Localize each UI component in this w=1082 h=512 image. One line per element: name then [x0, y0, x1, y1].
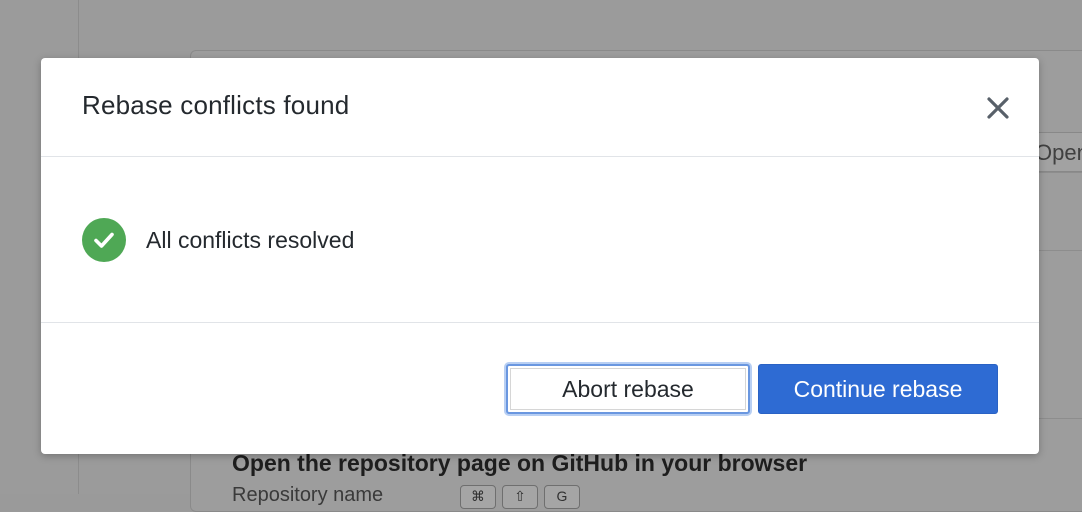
- background-hint-subtitle: Repository name: [232, 484, 384, 506]
- shortcut-key: ⌘: [460, 485, 496, 509]
- abort-rebase-button[interactable]: Abort rebase: [506, 364, 750, 414]
- close-button[interactable]: [983, 93, 1013, 123]
- status-text: All conflicts resolved: [146, 226, 355, 253]
- shortcut-key: G: [544, 485, 580, 509]
- dialog-body: All conflicts resolved: [41, 157, 1039, 323]
- conflict-status: All conflicts resolved: [82, 218, 354, 262]
- rebase-conflicts-dialog: Rebase conflicts found All conflicts res…: [41, 58, 1039, 454]
- dialog-title: Rebase conflicts found: [82, 90, 350, 120]
- dialog-header: Rebase conflicts found: [41, 58, 1039, 157]
- close-icon: [987, 97, 1009, 119]
- background-hint-title: Open the repository page on GitHub in yo…: [232, 450, 808, 476]
- background-shortcut-keys: ⌘ ⇧ G: [460, 485, 580, 509]
- continue-rebase-button[interactable]: Continue rebase: [758, 364, 998, 414]
- shortcut-key: ⇧: [502, 485, 538, 509]
- dialog-footer: Abort rebase Continue rebase: [41, 323, 1039, 454]
- check-circle-icon: [82, 218, 126, 262]
